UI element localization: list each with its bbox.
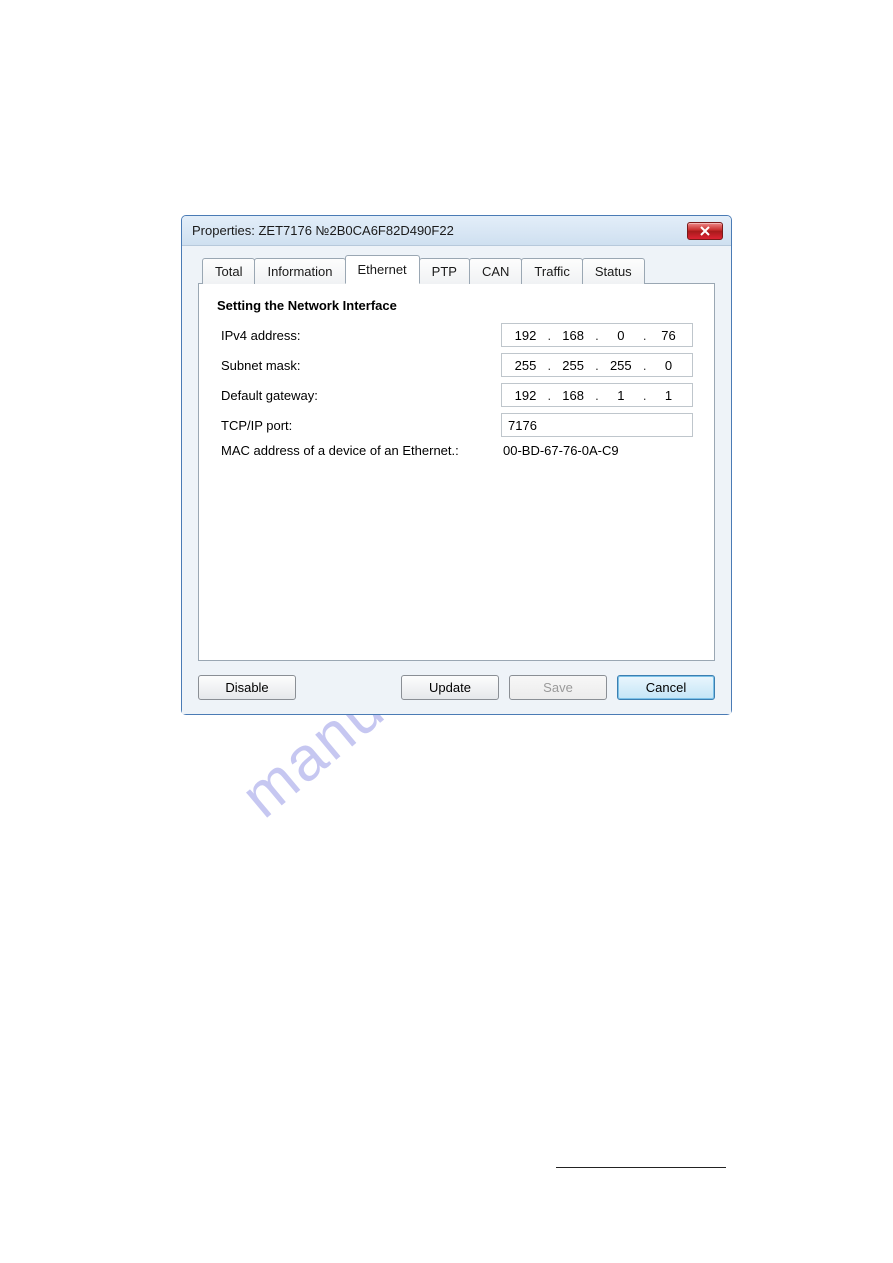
gateway-label: Default gateway: (221, 388, 501, 403)
footer-rule (556, 1167, 726, 1168)
port-value: 7176 (508, 418, 537, 433)
subnet-label: Subnet mask: (221, 358, 501, 373)
row-mac: MAC address of a device of an Ethernet.:… (221, 443, 696, 458)
tab-ethernet[interactable]: Ethernet (345, 255, 420, 284)
gateway-octet-1[interactable]: 192 (509, 388, 543, 403)
tab-strip: Total Information Ethernet PTP CAN Traff… (198, 256, 715, 283)
tab-traffic[interactable]: Traffic (521, 258, 582, 284)
port-input[interactable]: 7176 (501, 413, 693, 437)
window-title: Properties: ZET7176 №2B0CA6F82D490F22 (192, 223, 687, 238)
subnet-octet-1[interactable]: 255 (509, 358, 543, 373)
tab-information[interactable]: Information (254, 258, 345, 284)
ipv4-octet-3[interactable]: 0 (604, 328, 638, 343)
mac-value: 00-BD-67-76-0A-C9 (501, 443, 619, 458)
tab-can[interactable]: CAN (469, 258, 522, 284)
cancel-button[interactable]: Cancel (617, 675, 715, 700)
ipv4-octet-1[interactable]: 192 (509, 328, 543, 343)
gateway-octet-2[interactable]: 168 (556, 388, 590, 403)
ipv4-octet-2[interactable]: 168 (556, 328, 590, 343)
row-ipv4: IPv4 address: 192. 168. 0. 76 (221, 323, 696, 347)
close-icon (699, 226, 711, 236)
dialog-client-area: Total Information Ethernet PTP CAN Traff… (182, 246, 731, 714)
mac-label: MAC address of a device of an Ethernet.: (221, 443, 501, 458)
ethernet-panel: Setting the Network Interface IPv4 addre… (198, 283, 715, 661)
row-subnet: Subnet mask: 255. 255. 255. 0 (221, 353, 696, 377)
tab-ptp[interactable]: PTP (419, 258, 470, 284)
close-button[interactable] (687, 222, 723, 240)
subnet-octet-2[interactable]: 255 (556, 358, 590, 373)
gateway-octet-3[interactable]: 1 (604, 388, 638, 403)
subnet-octet-4[interactable]: 0 (651, 358, 685, 373)
row-tcp-port: TCP/IP port: 7176 (221, 413, 696, 437)
dialog-buttons: Disable Update Save Cancel (198, 675, 715, 700)
save-button: Save (509, 675, 607, 700)
panel-heading: Setting the Network Interface (217, 298, 696, 313)
ipv4-label: IPv4 address: (221, 328, 501, 343)
gateway-input[interactable]: 192. 168. 1. 1 (501, 383, 693, 407)
update-button[interactable]: Update (401, 675, 499, 700)
tab-total[interactable]: Total (202, 258, 255, 284)
title-bar: Properties: ZET7176 №2B0CA6F82D490F22 (182, 216, 731, 246)
row-gateway: Default gateway: 192. 168. 1. 1 (221, 383, 696, 407)
properties-dialog: Properties: ZET7176 №2B0CA6F82D490F22 To… (181, 215, 732, 715)
subnet-octet-3[interactable]: 255 (604, 358, 638, 373)
disable-button[interactable]: Disable (198, 675, 296, 700)
port-label: TCP/IP port: (221, 418, 501, 433)
ipv4-octet-4[interactable]: 76 (651, 328, 685, 343)
subnet-input[interactable]: 255. 255. 255. 0 (501, 353, 693, 377)
tab-status[interactable]: Status (582, 258, 645, 284)
gateway-octet-4[interactable]: 1 (651, 388, 685, 403)
ipv4-input[interactable]: 192. 168. 0. 76 (501, 323, 693, 347)
